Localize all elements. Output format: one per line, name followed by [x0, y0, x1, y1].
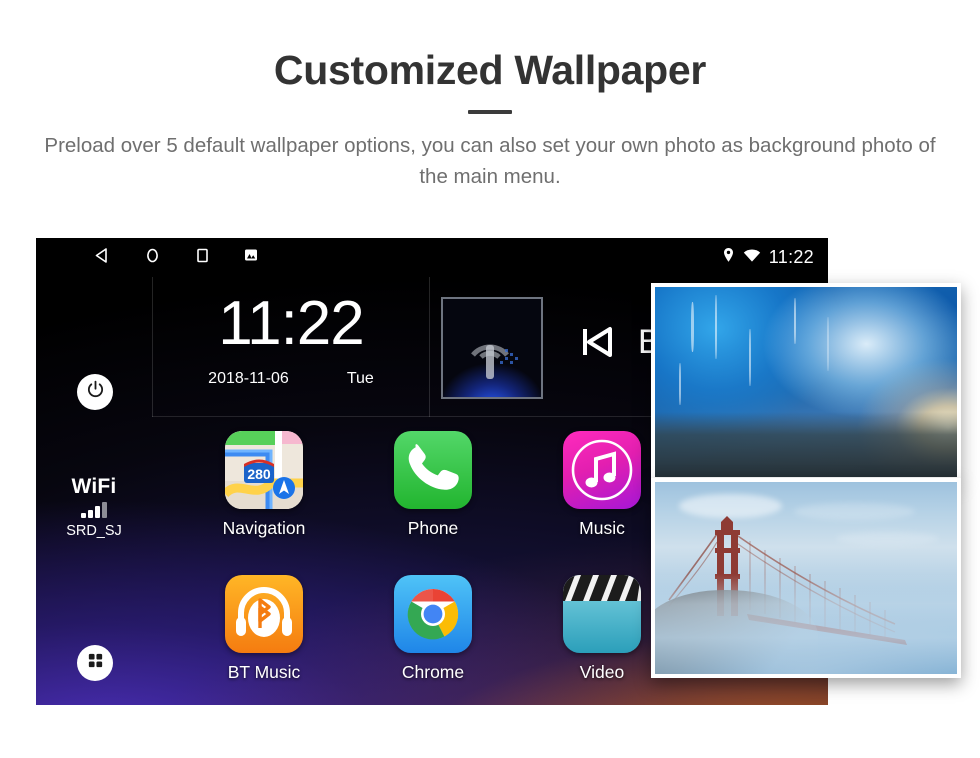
wifi-label: WiFi — [71, 475, 117, 498]
chrome-icon — [394, 575, 472, 653]
page-title: Customized Wallpaper — [273, 47, 707, 93]
recents-icon[interactable] — [194, 247, 211, 269]
wifi-icon — [743, 248, 761, 268]
app-label: Phone — [407, 518, 459, 538]
location-pin-icon — [722, 247, 735, 269]
app-phone[interactable]: Phone — [349, 431, 517, 539]
app-chrome[interactable]: Chrome — [349, 575, 517, 683]
title-divider — [468, 110, 512, 114]
status-icons: 11:22 — [722, 238, 814, 277]
back-icon[interactable] — [94, 247, 111, 269]
previous-track-icon[interactable] — [580, 325, 618, 364]
wifi-ssid: SRD_SJ — [66, 523, 122, 539]
app-label: BT Music — [227, 662, 301, 682]
app-bt-music[interactable]: BT Music — [180, 575, 348, 683]
wifi-signal-icon — [77, 502, 111, 518]
hero-section: Customized Wallpaper Preload over 5 defa… — [0, 0, 980, 192]
bluetooth-headphones-icon — [225, 575, 303, 653]
clapperboard-icon — [563, 575, 641, 653]
clock-weekday: Tue — [346, 370, 374, 387]
power-button[interactable] — [77, 374, 113, 410]
phone-icon — [394, 431, 472, 509]
maps-icon: 280 — [225, 431, 303, 509]
page-root: Customized Wallpaper Preload over 5 defa… — [0, 0, 980, 758]
music-note-icon — [563, 431, 641, 509]
home-icon[interactable] — [144, 247, 161, 269]
golden-gate-bridge-photo[interactable] — [651, 478, 961, 678]
apps-grid-icon — [86, 651, 105, 675]
status-bar-clock: 11:22 — [768, 247, 814, 267]
page-subtitle: Preload over 5 default wallpaper options… — [44, 134, 936, 188]
svg-text:280: 280 — [247, 466, 271, 482]
all-apps-button[interactable] — [77, 645, 113, 681]
power-icon — [86, 380, 105, 404]
clock-date: 2018-11-06 — [208, 370, 289, 387]
status-bar: 11:22 — [36, 238, 828, 277]
navigation-buttons — [94, 238, 258, 277]
app-label: Chrome — [401, 662, 465, 682]
left-rail: WiFi SRD_SJ — [36, 277, 152, 705]
ice-cave-photo[interactable] — [651, 283, 961, 481]
clock-time: 11:22 — [218, 289, 365, 358]
wifi-status[interactable]: WiFi SRD_SJ — [36, 475, 152, 540]
radio-antenna-icon — [441, 297, 543, 399]
app-navigation[interactable]: 280 Navigation — [180, 431, 348, 539]
screenshot-icon[interactable] — [244, 248, 258, 267]
clock-meta: 2018-11-06 Tue — [153, 370, 429, 388]
clock-widget[interactable]: 11:22 2018-11-06 Tue — [153, 277, 429, 417]
app-label: Navigation — [222, 518, 306, 538]
